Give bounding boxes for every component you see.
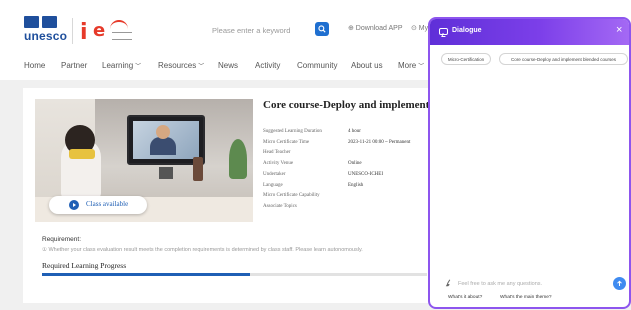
monitor-person-face bbox=[156, 125, 170, 139]
nav-item-resources[interactable]: Resources ﹀ bbox=[158, 61, 204, 70]
nav-label: More bbox=[398, 61, 417, 70]
my-account-link[interactable]: ⊙ My bbox=[411, 24, 428, 32]
course-info-row: Micro Certificate Capability bbox=[263, 193, 433, 203]
suggestion-whats-it-about[interactable]: What's it about? bbox=[448, 295, 482, 300]
course-info-value: 2023-11-21 00:00 ~ Permanent bbox=[348, 139, 411, 145]
chip-micro-certification[interactable]: Micro-Certification bbox=[441, 53, 491, 65]
image-person-scarf bbox=[69, 149, 95, 159]
course-info-row: Language English bbox=[263, 183, 433, 193]
course-info-row: Activity Venue Online bbox=[263, 161, 433, 171]
chevron-down-icon: ﹀ bbox=[418, 64, 425, 70]
unesco-wordmark: unesco bbox=[24, 29, 68, 43]
course-info-key: Micro Certificate Capability bbox=[263, 193, 320, 199]
ichei-logo-lines bbox=[112, 32, 132, 40]
chevron-down-icon: ﹀ bbox=[135, 64, 142, 70]
course-info-row: Associate Topics bbox=[263, 204, 433, 214]
course-info-value: UNESCO-ICHEI bbox=[348, 171, 383, 177]
nav-item-learning[interactable]: Learning ﹀ bbox=[102, 61, 141, 70]
unesco-emblem-icon bbox=[42, 16, 57, 28]
course-info-row: Micro Certificate Time 2023-11-21 00:00 ~… bbox=[263, 140, 433, 150]
ichei-logo-arc bbox=[110, 20, 128, 30]
send-button[interactable] bbox=[613, 277, 626, 290]
ichei-logo[interactable]: i e bbox=[80, 16, 134, 45]
course-info-key: Head Teacher bbox=[263, 150, 291, 156]
logo-divider bbox=[72, 18, 73, 44]
course-info-key: Language bbox=[263, 182, 283, 188]
course-info-value: 4 hour bbox=[348, 129, 361, 134]
course-info-value: English bbox=[348, 182, 364, 188]
dialogue-panel: Dialogue × Micro-Certification Core cour… bbox=[428, 17, 631, 309]
class-available-label: Class available bbox=[86, 200, 129, 208]
nav-item-more[interactable]: More ﹀ bbox=[398, 61, 424, 70]
course-info-value: Online bbox=[348, 161, 362, 167]
monitor-stand bbox=[159, 167, 173, 179]
course-info-key: Activity Venue bbox=[263, 161, 294, 167]
course-info-key: Associate Topics bbox=[263, 203, 297, 209]
chevron-down-icon: ﹀ bbox=[198, 64, 205, 70]
search-icon bbox=[318, 25, 326, 33]
unesco-logo[interactable]: unesco bbox=[24, 16, 68, 46]
class-available-button[interactable]: Class available bbox=[49, 196, 147, 214]
suggestion-main-theme[interactable]: What's the main theme? bbox=[500, 295, 552, 300]
chat-icon bbox=[439, 28, 448, 35]
nav-item-about-us[interactable]: About us bbox=[351, 61, 383, 70]
nav-item-home[interactable]: Home bbox=[24, 61, 45, 70]
nav-label: Home bbox=[24, 61, 46, 70]
nav-label: Community bbox=[297, 61, 338, 70]
nav-item-community[interactable]: Community bbox=[297, 61, 337, 70]
nav-item-activity[interactable]: Activity bbox=[255, 61, 280, 70]
nav-label: Partner bbox=[61, 61, 88, 70]
search-button[interactable] bbox=[315, 22, 329, 36]
course-info-row: Suggested Learning Duration 4 hour bbox=[263, 129, 433, 139]
image-pencil-cup bbox=[193, 157, 203, 181]
close-button[interactable]: × bbox=[616, 24, 622, 36]
nav-label: Resources bbox=[158, 61, 197, 70]
play-icon bbox=[69, 200, 79, 210]
requirement-label: Requirement: bbox=[42, 236, 82, 243]
course-info-row: Undertaker UNESCO-ICHEI bbox=[263, 172, 433, 182]
unesco-temple-icon bbox=[24, 16, 39, 28]
progress-bar bbox=[42, 273, 427, 276]
ichei-logo-mark: i bbox=[80, 20, 88, 45]
image-plant bbox=[229, 139, 247, 179]
monitor-person-body bbox=[150, 137, 176, 155]
course-title: Core course-Deploy and implement bl bbox=[263, 99, 428, 111]
dialogue-input[interactable] bbox=[458, 277, 608, 291]
dialogue-title: Dialogue bbox=[452, 27, 482, 34]
chip-core-course[interactable]: Core course-Deploy and implement blended… bbox=[499, 53, 628, 65]
course-info-row: Head Teacher bbox=[263, 150, 433, 160]
nav-label: About us bbox=[351, 61, 383, 70]
download-app-link[interactable]: ⊕ Download APP bbox=[348, 24, 403, 32]
progress-title: Required Learning Progress bbox=[42, 261, 127, 270]
search-input[interactable] bbox=[212, 22, 306, 38]
course-info-key: Micro Certificate Time bbox=[263, 139, 310, 145]
nav-label: News bbox=[218, 61, 239, 70]
requirement-text: ① Whether your class evaluation result m… bbox=[42, 247, 363, 253]
nav-item-news[interactable]: News bbox=[218, 61, 238, 70]
progress-bar-fill bbox=[42, 273, 250, 276]
course-info-key: Undertaker bbox=[263, 171, 286, 177]
nav-label: Activity bbox=[255, 61, 281, 70]
broom-icon[interactable] bbox=[445, 279, 453, 287]
nav-label: Learning bbox=[102, 61, 134, 70]
dialogue-header: Dialogue × bbox=[430, 19, 629, 45]
course-info-key: Suggested Learning Duration bbox=[263, 129, 322, 134]
nav-item-partner[interactable]: Partner bbox=[61, 61, 87, 70]
arrow-up-icon bbox=[617, 280, 622, 286]
ichei-logo-mark-e: e bbox=[93, 20, 106, 41]
